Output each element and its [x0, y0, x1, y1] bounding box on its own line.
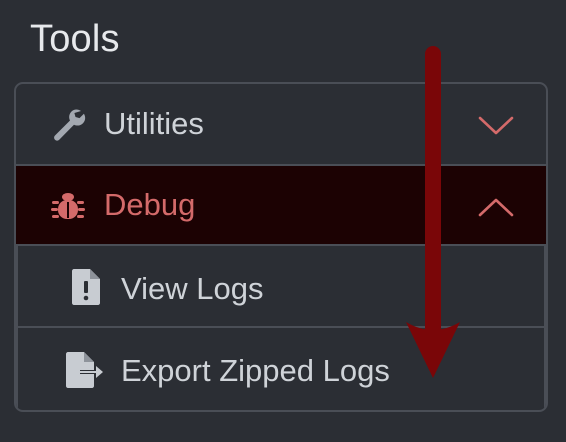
tools-accordion: Utilities Debug View Logs Export Zipped …: [14, 82, 548, 412]
menu-item-label-export-zipped-logs: Export Zipped Logs: [121, 353, 390, 388]
chevron-up-icon[interactable]: [478, 196, 514, 218]
section-title: Tools: [30, 18, 120, 60]
menu-item-label-view-logs: View Logs: [121, 271, 264, 306]
accordion-item-utilities[interactable]: [16, 84, 546, 166]
accordion-label-utilities: Utilities: [104, 106, 204, 141]
bug-icon: [51, 193, 85, 219]
chevron-down-icon[interactable]: [478, 114, 514, 136]
accordion-item-debug[interactable]: [16, 166, 546, 246]
file-warning-icon: [72, 269, 100, 305]
accordion-label-debug: Debug: [104, 187, 196, 222]
file-export-icon: [66, 352, 103, 388]
tools-page: Tools Utilities Debug View Logs Export Z…: [0, 0, 566, 442]
wrench-icon: [54, 109, 86, 141]
